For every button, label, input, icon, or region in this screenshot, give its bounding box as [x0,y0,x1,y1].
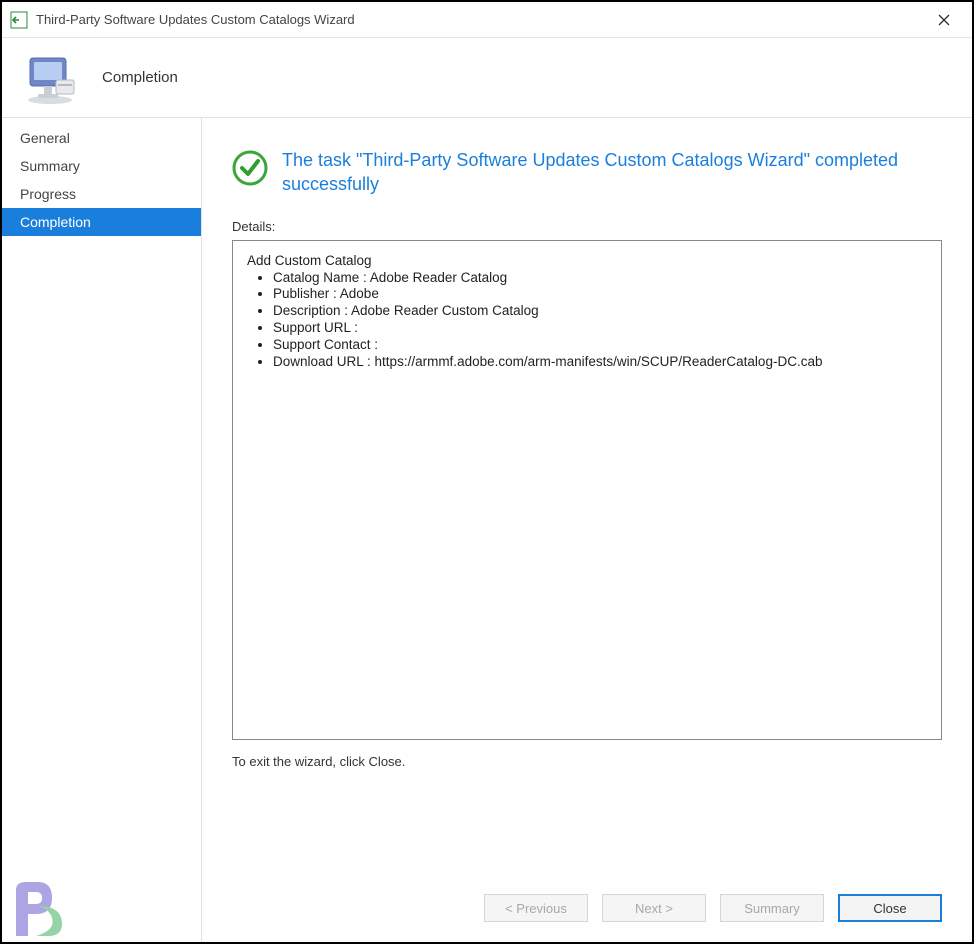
details-heading: Add Custom Catalog [247,253,927,268]
sidebar-item-summary[interactable]: Summary [2,152,201,180]
detail-item: Download URL : https://armmf.adobe.com/a… [273,354,927,371]
sidebar-item-label: Summary [20,158,80,174]
detail-item: Publisher : Adobe [273,286,927,303]
detail-item: Support URL : [273,320,927,337]
button-row: < Previous Next > Summary Close [232,864,942,922]
window-title: Third-Party Software Updates Custom Cata… [36,12,924,27]
status-message: The task "Third-Party Software Updates C… [282,148,942,197]
sidebar-item-completion[interactable]: Completion [2,208,201,236]
button-label: Summary [744,901,800,916]
detail-item: Catalog Name : Adobe Reader Catalog [273,270,927,287]
success-check-icon [232,150,268,186]
previous-button: < Previous [484,894,588,922]
sidebar-item-general[interactable]: General [2,124,201,152]
sidebar-item-label: Progress [20,186,76,202]
button-label: Close [873,901,906,916]
app-icon [10,11,28,29]
next-button: Next > [602,894,706,922]
wizard-steps-sidebar: General Summary Progress Completion [2,118,202,942]
detail-item: Description : Adobe Reader Custom Catalo… [273,303,927,320]
wizard-step-title: Completion [102,69,178,86]
close-icon[interactable] [924,6,964,34]
wizard-header: Completion [2,38,972,118]
exit-hint: To exit the wizard, click Close. [232,754,942,769]
details-label: Details: [232,219,942,234]
status-row: The task "Third-Party Software Updates C… [232,148,942,197]
monitor-icon [22,50,78,106]
summary-button: Summary [720,894,824,922]
close-button[interactable]: Close [838,894,942,922]
details-list: Catalog Name : Adobe Reader Catalog Publ… [273,270,927,371]
sidebar-item-label: General [20,130,70,146]
wizard-main: The task "Third-Party Software Updates C… [202,118,972,942]
button-label: < Previous [505,901,567,916]
button-label: Next > [635,901,673,916]
details-box: Add Custom Catalog Catalog Name : Adobe … [232,240,942,740]
titlebar: Third-Party Software Updates Custom Cata… [2,2,972,38]
wizard-body: General Summary Progress Completion The … [2,118,972,942]
detail-item: Support Contact : [273,337,927,354]
sidebar-item-label: Completion [20,214,91,230]
sidebar-item-progress[interactable]: Progress [2,180,201,208]
